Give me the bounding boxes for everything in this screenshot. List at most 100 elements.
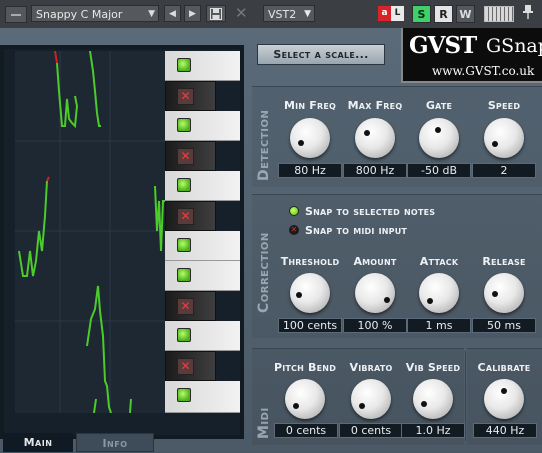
pitch-trace-svg <box>15 50 165 414</box>
tab-bar: Main Info <box>0 431 170 452</box>
radio-selected-icon <box>289 206 299 216</box>
piano-key[interactable]: ✕ <box>165 351 216 381</box>
pin-icon[interactable] <box>520 4 536 23</box>
knob-indicator <box>384 297 390 303</box>
calibrate-value[interactable]: 440 Hz <box>473 423 537 438</box>
pitch-trace <box>154 185 165 252</box>
piano-key[interactable] <box>165 231 240 261</box>
piano-key[interactable]: ✕ <box>165 201 216 231</box>
speed-value[interactable]: 2 <box>472 163 536 178</box>
note-disabled-icon: ✕ <box>177 208 194 225</box>
close-icon[interactable]: ✕ <box>235 4 248 22</box>
logo-mark: GVST <box>409 32 477 59</box>
amount-value[interactable]: 100 % <box>343 318 407 333</box>
piano-key[interactable] <box>165 321 240 351</box>
calibrate-panel: Calibrate 440 Hz <box>467 348 542 445</box>
pitch-bend-knob[interactable] <box>285 379 325 419</box>
min-freq-value[interactable]: 80 Hz <box>278 163 342 178</box>
piano-keyboard: ✕ ✕ ✕ ✕ ✕ <box>165 51 240 413</box>
attack-value[interactable]: 1 ms <box>407 318 471 333</box>
calibrate-label: Calibrate <box>477 361 531 374</box>
gate-knob[interactable] <box>419 118 459 158</box>
pitch-bend-label: Pitch Bend <box>273 361 337 374</box>
next-preset-button[interactable]: ▶ <box>184 5 201 22</box>
release-value[interactable]: 50 ms <box>472 318 536 333</box>
detection-panel: Detection Min Freq 80 Hz Max Freq 800 Hz… <box>252 86 542 187</box>
r-button[interactable]: R <box>434 5 453 23</box>
divider <box>465 351 466 441</box>
note-disabled-icon: ✕ <box>177 358 194 375</box>
amount-knob[interactable] <box>355 273 395 313</box>
note-enabled-led <box>177 388 191 402</box>
gate-label: Gate <box>425 99 453 112</box>
w-button[interactable]: W <box>456 5 475 23</box>
tab-main[interactable]: Main <box>3 433 73 452</box>
keyboard-icon[interactable] <box>484 6 514 22</box>
gate-value[interactable]: -50 dB <box>407 163 471 178</box>
piano-key[interactable]: ✕ <box>165 291 216 321</box>
min-freq-knob[interactable] <box>290 118 330 158</box>
release-label: Release <box>482 255 526 268</box>
speed-label: Speed <box>487 99 521 112</box>
chevron-down-icon: ▼ <box>304 9 311 19</box>
vibrato-value[interactable]: 0 cents <box>339 423 403 438</box>
midi-panel: Midi Pitch Bend 0 cents Vibrato 0 cents … <box>252 348 465 445</box>
threshold-knob[interactable] <box>290 273 330 313</box>
pitch-trace-off <box>54 50 58 64</box>
attack-label: Attack <box>419 255 459 268</box>
note-disabled-icon: ✕ <box>177 88 194 105</box>
plugin-format-label: VST2 <box>268 8 297 21</box>
vib-speed-knob[interactable] <box>413 379 453 419</box>
piano-key[interactable] <box>165 51 240 81</box>
vib-speed-value[interactable]: 1.0 Hz <box>401 423 465 438</box>
save-icon[interactable] <box>206 5 226 22</box>
tab-info[interactable]: Info <box>76 433 154 452</box>
release-knob[interactable] <box>484 273 524 313</box>
speed-knob[interactable] <box>484 118 524 158</box>
piano-key[interactable] <box>165 381 240 413</box>
note-enabled-led <box>177 118 191 132</box>
snap-midi-option[interactable]: ✕ Snap to midi input <box>289 224 408 237</box>
logo-product-name: GSnap <box>486 35 542 57</box>
preset-dropdown[interactable]: Snappy C Major ▼ <box>31 5 159 22</box>
piano-key[interactable] <box>165 171 240 201</box>
knob-indicator <box>359 403 365 409</box>
prev-preset-button[interactable]: ◀ <box>164 5 181 22</box>
knob-indicator <box>293 403 299 409</box>
piano-key[interactable]: ✕ <box>165 81 216 111</box>
correction-section-label: Correction <box>256 232 272 313</box>
max-freq-value[interactable]: 800 Hz <box>343 163 407 178</box>
max-freq-knob[interactable] <box>355 118 395 158</box>
pitch-trace <box>86 285 112 414</box>
s-button[interactable]: S <box>412 5 431 23</box>
knob-indicator <box>421 401 427 407</box>
vibrato-label: Vibrato <box>349 361 393 374</box>
knob-indicator <box>492 291 498 297</box>
preset-name: Snappy C Major <box>36 8 123 21</box>
knob-indicator <box>492 141 498 147</box>
host-menu-button[interactable] <box>5 6 27 23</box>
threshold-value[interactable]: 100 cents <box>278 318 342 333</box>
select-scale-button[interactable]: Select a scale... <box>257 44 385 65</box>
piano-key[interactable] <box>165 111 240 141</box>
vibrato-knob[interactable] <box>351 379 391 419</box>
midi-section-label: Midi <box>256 407 272 439</box>
logo-url: www.GVST.co.uk <box>432 64 535 78</box>
chevron-down-icon: ▼ <box>148 9 155 19</box>
calibrate-knob[interactable] <box>484 379 524 419</box>
record-a-label: a <box>378 6 391 21</box>
gvst-logo: GVST GSnap www.GVST.co.uk <box>401 28 542 83</box>
piano-key[interactable] <box>165 261 240 291</box>
plugin-format-dropdown[interactable]: VST2 ▼ <box>263 5 315 22</box>
knob-indicator <box>435 127 441 133</box>
note-enabled-led <box>177 328 191 342</box>
pitch-bend-value[interactable]: 0 cents <box>274 423 338 438</box>
record-toggle[interactable]: a L <box>378 6 404 21</box>
note-enabled-led <box>177 178 191 192</box>
min-freq-label: Min Freq <box>284 99 336 112</box>
piano-key[interactable]: ✕ <box>165 141 216 171</box>
host-toolbar: Snappy C Major ▼ ◀ ▶ ✕ VST2 ▼ a L S R W <box>0 0 542 29</box>
attack-knob[interactable] <box>419 273 459 313</box>
snap-midi-label: Snap to midi input <box>305 224 408 237</box>
snap-selected-option[interactable]: Snap to selected notes <box>289 205 435 218</box>
